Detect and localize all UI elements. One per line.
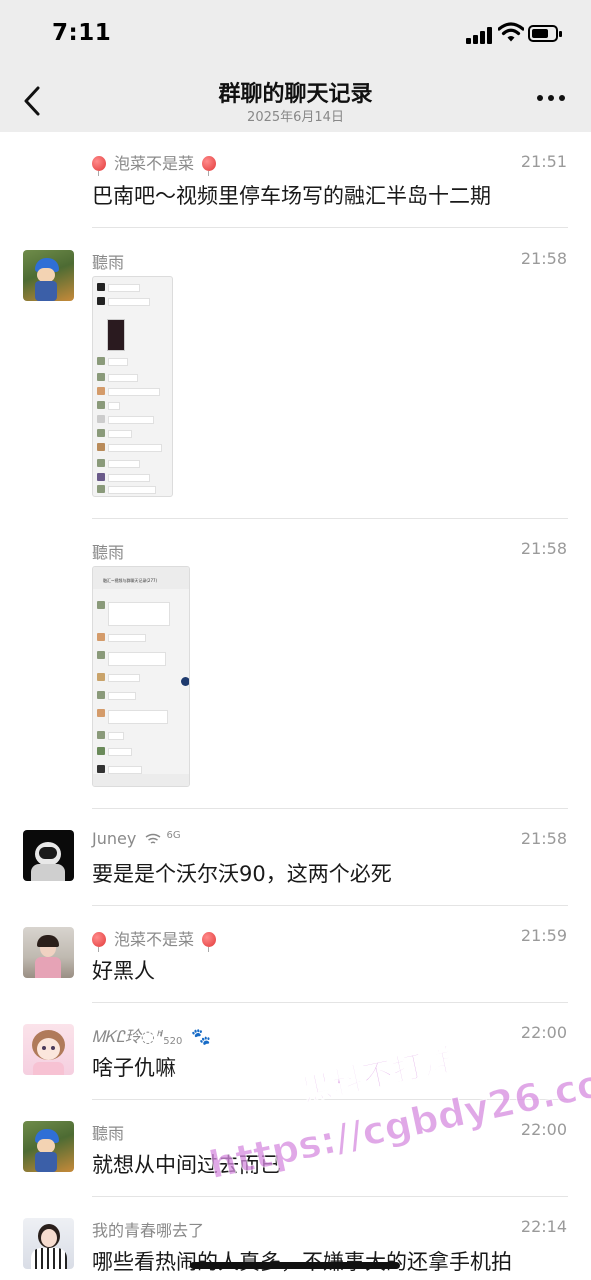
balloon-icon xyxy=(92,931,106,952)
sender-name: 聽雨 xyxy=(92,543,125,562)
cellular-signal-icon xyxy=(466,26,494,44)
message-time: 22:00 xyxy=(520,1023,567,1042)
avatar[interactable] xyxy=(23,927,74,978)
sender-name: 泡菜不是菜 xyxy=(92,150,217,176)
balloon-icon xyxy=(92,155,106,176)
message-item: 聽雨 21:58 融汇~视频与群聊天记录(277) xyxy=(0,518,591,809)
sender-name: 聽雨 xyxy=(92,1124,125,1143)
nav-bar: 群聊的聊天记录 2025年6月14日 xyxy=(0,70,591,132)
home-indicator[interactable] xyxy=(190,1262,400,1269)
image-attachment[interactable] xyxy=(92,276,173,497)
wifi-icon xyxy=(498,22,524,42)
page-subtitle-date: 2025年6月14日 xyxy=(247,110,344,125)
message-time: 22:00 xyxy=(520,1120,567,1139)
page-title: 群聊的聊天记录 xyxy=(218,82,373,107)
screenshot-title: 融汇~视频与群聊天记录(277) xyxy=(103,578,158,583)
wifi-icon xyxy=(145,833,161,844)
battery-icon xyxy=(528,25,562,42)
message-time: 21:58 xyxy=(520,539,567,558)
avatar[interactable] xyxy=(23,1121,74,1172)
paw-icon: 🐾 xyxy=(191,1027,212,1046)
message-text[interactable]: 要是是个沃尔沃90，这两个必死 xyxy=(92,858,392,888)
sender-name: Juney 6G xyxy=(92,829,181,848)
avatar[interactable] xyxy=(23,830,74,881)
message-time: 22:14 xyxy=(520,1217,567,1236)
avatar[interactable] xyxy=(23,250,74,301)
message-item: 聽雨 21:58 xyxy=(0,228,591,519)
message-time: 21:59 xyxy=(520,926,567,945)
message-text[interactable]: 哪些看热闹的人真多，不嫌事大的还拿手机拍 xyxy=(92,1246,512,1276)
balloon-icon xyxy=(202,931,217,952)
status-time: 7:11 xyxy=(52,20,112,46)
message-item: 泡菜不是菜 21:51 巴南吧～视频里停车场写的融汇半岛十二期 xyxy=(0,132,591,228)
image-attachment[interactable]: 融汇~视频与群聊天记录(277) xyxy=(92,566,190,787)
balloon-icon xyxy=(202,155,217,176)
sender-name: 我的青春哪去了 xyxy=(92,1221,205,1240)
message-text[interactable]: 啥子仇嘛 xyxy=(92,1052,176,1082)
sender-name: 泡菜不是菜 xyxy=(92,926,217,952)
status-bar: 7:11 xyxy=(0,0,591,70)
message-time: 21:51 xyxy=(520,152,567,171)
avatar[interactable] xyxy=(23,1218,74,1269)
message-time: 21:58 xyxy=(520,249,567,268)
avatar[interactable] xyxy=(23,1024,74,1075)
message-text[interactable]: 好黑人 xyxy=(92,955,155,985)
sender-name: 聽雨 xyxy=(92,253,125,272)
message-text[interactable]: 巴南吧～视频里停车场写的融汇半岛十二期 xyxy=(92,180,491,210)
sender-name: ᎷᏦᏝ玲◌ᑋᑊ520 🐾 xyxy=(92,1027,212,1047)
more-options-icon[interactable] xyxy=(537,92,565,104)
message-item: Juney 6G 21:58 要是是个沃尔沃90，这两个必死 xyxy=(0,808,591,906)
message-item: 泡菜不是菜 21:59 好黑人 xyxy=(0,905,591,1003)
message-time: 21:58 xyxy=(520,829,567,848)
